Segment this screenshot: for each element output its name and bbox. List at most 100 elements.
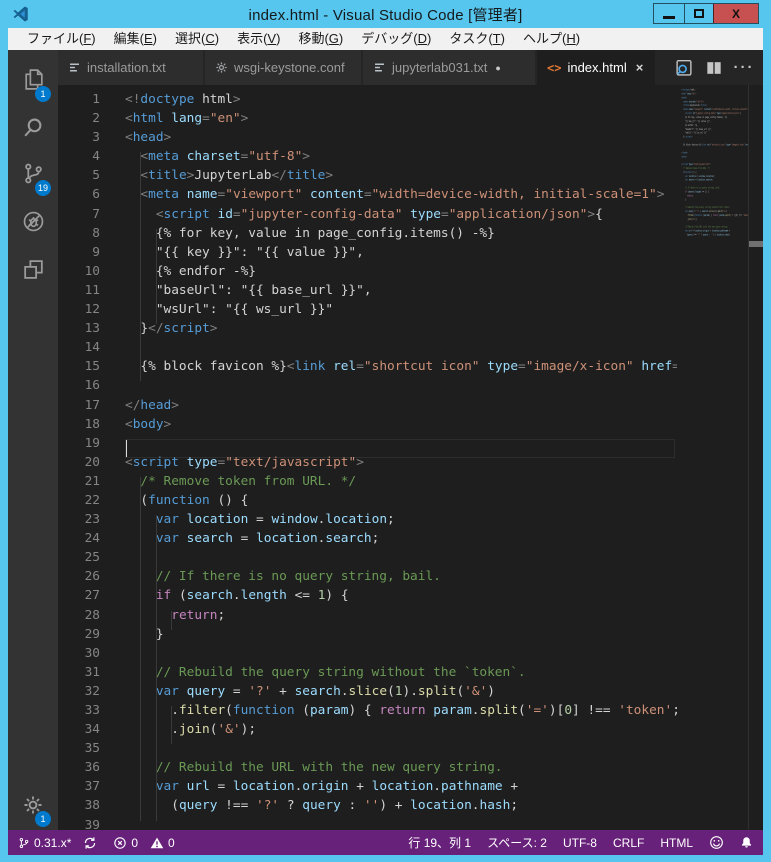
line-number: 13 xyxy=(84,321,100,337)
status-errors-text: 0 xyxy=(131,835,139,850)
split-editor-icon[interactable] xyxy=(699,50,729,85)
code-line[interactable]: // Rebuild the URL with the new query st… xyxy=(125,758,677,777)
status-warnings[interactable]: 0 xyxy=(150,836,175,850)
line-number: 19 xyxy=(84,435,100,451)
status-errors[interactable]: 0 xyxy=(113,836,138,850)
code-line[interactable]: "{{ key }}": "{{ value }}", xyxy=(125,243,677,262)
tab-wsgi-keystone.conf[interactable]: wsgi-keystone.conf xyxy=(205,50,361,85)
minimap[interactable]: <!doctype html> <html lang="en"> <head> <m… xyxy=(679,85,748,830)
menu-h[interactable]: ヘルプ(H) xyxy=(514,28,589,50)
status-warnings-text: 0 xyxy=(168,835,175,850)
code-line[interactable]: // Rebuild the query string without the … xyxy=(125,663,677,682)
code-line[interactable] xyxy=(125,644,677,663)
code-line[interactable]: var query = '?' + search.slice(1).split(… xyxy=(125,682,677,701)
tab-installation.txt[interactable]: installation.txt xyxy=(58,50,203,85)
activity-search[interactable] xyxy=(8,108,58,152)
git-branch-icon xyxy=(18,836,30,850)
line-number: 4 xyxy=(92,149,100,165)
text-cursor xyxy=(125,439,128,457)
code-line[interactable]: {% for key, value in page_config.items()… xyxy=(125,224,677,243)
more-actions-icon[interactable]: ··· xyxy=(729,50,759,85)
tab-jupyterlab031.txt[interactable]: jupyterlab031.txt ● xyxy=(363,50,535,85)
code-line[interactable]: <meta charset="utf-8"> xyxy=(125,147,677,166)
open-preview-icon[interactable] xyxy=(669,50,699,85)
code-line[interactable]: var search = location.search; xyxy=(125,529,677,548)
menu-g[interactable]: 移動(G) xyxy=(289,28,352,50)
menu-e[interactable]: 編集(E) xyxy=(105,28,166,50)
warning-icon xyxy=(150,836,164,850)
code-line[interactable]: var location = window.location; xyxy=(125,510,677,529)
line-number: 9 xyxy=(92,244,100,260)
code-line[interactable]: /* Remove token from URL. */ xyxy=(125,472,677,491)
status-bar: 0.31.x* 0 0 行 19、列 1 スペース: 2 UTF-8 CRLF HTML xyxy=(8,830,763,855)
status-encoding[interactable]: UTF-8 xyxy=(563,836,597,850)
line-number: 37 xyxy=(84,779,100,795)
vertical-scrollbar[interactable] xyxy=(748,85,763,830)
scrollbar-thumb[interactable] xyxy=(749,241,763,247)
tab-close-icon[interactable]: × xyxy=(636,60,644,75)
code-line[interactable]: <title>JupyterLab</title> xyxy=(125,166,677,185)
line-number: 15 xyxy=(84,359,100,375)
code-line[interactable]: {% block favicon %}<link rel="shortcut i… xyxy=(125,357,677,376)
line-number: 27 xyxy=(84,588,100,604)
line-number: 11 xyxy=(84,282,100,298)
status-feedback[interactable] xyxy=(709,835,724,850)
code-line[interactable]: var url = location.origin + location.pat… xyxy=(125,777,677,796)
menu-t[interactable]: タスク(T) xyxy=(440,28,514,50)
activity-explorer[interactable]: 1 xyxy=(8,60,58,104)
code-line[interactable] xyxy=(125,338,677,357)
code-line[interactable]: .join('&'); xyxy=(125,720,677,739)
status-notifications[interactable] xyxy=(740,835,753,850)
status-language-mode[interactable]: HTML xyxy=(660,836,693,850)
code-line[interactable]: return; xyxy=(125,606,677,625)
tab-index.html[interactable]: <> index.html × xyxy=(537,50,655,85)
code-line[interactable] xyxy=(125,816,677,830)
status-sync[interactable] xyxy=(83,836,101,850)
code-line[interactable]: }</script> xyxy=(125,319,677,338)
code-line[interactable]: (function () { xyxy=(125,491,677,510)
line-number: 22 xyxy=(84,492,100,508)
code-line[interactable]: </head> xyxy=(125,396,677,415)
menu-d[interactable]: デバッグ(D) xyxy=(352,28,440,50)
close-button[interactable]: X xyxy=(713,4,758,23)
status-git-branch[interactable]: 0.31.x* xyxy=(18,836,71,850)
code-line[interactable]: <meta name="viewport" content="width=dev… xyxy=(125,185,677,204)
code-line[interactable]: <head> xyxy=(125,128,677,147)
code-line[interactable]: if (search.length <= 1) { xyxy=(125,586,677,605)
line-number: 20 xyxy=(84,454,100,470)
tab-label: wsgi-keystone.conf xyxy=(234,60,345,75)
line-number: 1 xyxy=(92,92,100,107)
code-line[interactable]: <body> xyxy=(125,415,677,434)
code-line[interactable]: {% endfor -%} xyxy=(125,262,677,281)
status-eol[interactable]: CRLF xyxy=(613,836,644,850)
activity-source-control[interactable]: 19 xyxy=(8,154,58,198)
maximize-button[interactable] xyxy=(684,4,713,23)
activity-extensions[interactable] xyxy=(8,250,58,294)
editor[interactable]: 1 2 3 4 5 6 7 8 9 10 11 12 13 14 15 16 17 18 19 20 21 22 23 24 2… xyxy=(58,85,763,830)
code-line[interactable] xyxy=(125,376,677,395)
code-line[interactable]: "baseUrl": "{{ base_url }}", xyxy=(125,281,677,300)
activity-debug[interactable] xyxy=(8,202,58,246)
code-line[interactable]: // If there is no query string, bail. xyxy=(125,567,677,586)
code-line[interactable]: } xyxy=(125,625,677,644)
code-line[interactable]: .filter(function (param) { return param.… xyxy=(125,701,677,720)
activity-bar: 1 19 1 xyxy=(8,50,58,830)
status-indentation[interactable]: スペース: 2 xyxy=(487,834,547,851)
code-line[interactable]: <script id="jupyter-config-data" type="a… xyxy=(125,205,677,224)
code-line[interactable]: "wsUrl": "{{ ws_url }}" xyxy=(125,300,677,319)
code-area[interactable]: <!doctype html> <html lang="en"> <head> <m… xyxy=(125,90,677,830)
code-line[interactable] xyxy=(125,548,677,567)
code-line[interactable] xyxy=(125,739,677,758)
status-cursor-position[interactable]: 行 19、列 1 xyxy=(408,834,471,851)
activity-settings[interactable]: 1 xyxy=(8,785,58,829)
indent-guide xyxy=(171,610,173,630)
menu-v[interactable]: 表示(V) xyxy=(228,28,289,50)
menu-c[interactable]: 選択(C) xyxy=(166,28,228,50)
tab-label: jupyterlab031.txt xyxy=(392,60,488,75)
menu-f[interactable]: ファイル(F) xyxy=(18,28,105,50)
minimize-button[interactable] xyxy=(654,4,684,23)
code-line[interactable]: <html lang="en"> xyxy=(125,109,677,128)
code-line[interactable]: (query !== '?' ? query : '') + location.… xyxy=(125,796,677,815)
error-icon xyxy=(113,836,127,850)
code-line[interactable]: <!doctype html> xyxy=(125,90,677,109)
